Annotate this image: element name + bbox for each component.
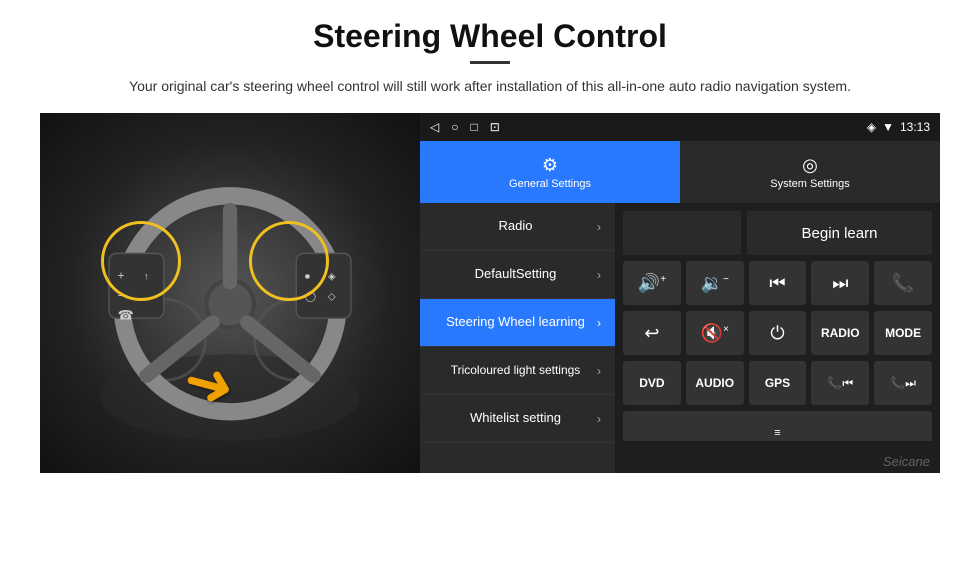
back-icon: ◁ — [430, 120, 439, 134]
chevron-icon-default: › — [597, 268, 601, 282]
volume-down-icon: 🔉− — [701, 273, 729, 294]
menu-item-whitelist[interactable]: Whitelist setting › — [420, 395, 615, 443]
highlight-circle-right — [249, 221, 329, 301]
volume-up-button[interactable]: 🔊+ — [623, 261, 681, 305]
car-background: + ↑ − ☎ ⏺ ◈ ◯ ◇ ➜ — [40, 113, 420, 473]
volume-up-icon: 🔊+ — [638, 273, 666, 294]
begin-learn-button[interactable]: Begin learn — [747, 211, 932, 255]
phone-answer-button[interactable]: 📞 — [874, 261, 932, 305]
menu-default-label: DefaultSetting — [434, 266, 597, 283]
left-menu: Radio › DefaultSetting › Steering Wheel … — [420, 203, 615, 473]
tel-prev-button[interactable]: 📞⏮ — [811, 361, 869, 405]
tel-next-icon: 📞⏭ — [890, 376, 916, 391]
car-image-area: + ↑ − ☎ ⏺ ◈ ◯ ◇ ➜ — [40, 113, 420, 473]
prev-track-icon: ⏮ — [769, 273, 785, 294]
title-divider — [470, 61, 510, 64]
watermark: Seicane — [883, 454, 930, 469]
menu-item-radio[interactable]: Radio › — [420, 203, 615, 251]
button-row-2: ↩ 🔇× ⏻ RADIO MODE — [623, 311, 932, 355]
button-row-1: 🔊+ 🔉− ⏮ ⏭ 📞 — [623, 261, 932, 305]
volume-down-button[interactable]: 🔉− — [686, 261, 744, 305]
chevron-icon-whitelist: › — [597, 412, 601, 426]
page-subtitle: Your original car's steering wheel contr… — [129, 76, 851, 97]
radio-mode-button[interactable]: RADIO — [811, 311, 869, 355]
menu-item-steering[interactable]: Steering Wheel learning › — [420, 299, 615, 347]
tab-general[interactable]: ⚙ General Settings — [420, 141, 680, 203]
general-settings-icon: ⚙ — [542, 155, 558, 176]
partial-icon-button[interactable]: ≡ — [623, 411, 932, 441]
chevron-icon-steering: › — [597, 316, 601, 330]
clock: 13:13 — [900, 120, 930, 134]
status-bar-left: ◁ ○ □ ⊡ — [430, 120, 500, 134]
chevron-icon-tricoloured: › — [597, 364, 601, 378]
next-track-button[interactable]: ⏭ — [811, 261, 869, 305]
hangup-button[interactable]: ↩ — [623, 311, 681, 355]
menu-tricoloured-label: Tricoloured light settings — [434, 363, 597, 379]
hangup-icon: ↩ — [644, 323, 659, 344]
system-settings-icon: ◎ — [802, 155, 818, 176]
dvd-button[interactable]: DVD — [623, 361, 681, 405]
main-content: Radio › DefaultSetting › Steering Wheel … — [420, 203, 940, 473]
signal-icon: ▼ — [882, 120, 894, 134]
chevron-icon-radio: › — [597, 220, 601, 234]
home-icon: ○ — [451, 120, 458, 134]
page-title: Steering Wheel Control — [313, 18, 667, 55]
svg-text:☎: ☎ — [118, 308, 134, 323]
content-area: + ↑ − ☎ ⏺ ◈ ◯ ◇ ➜ — [40, 113, 940, 473]
partial-icon: ≡ — [774, 427, 780, 439]
menu-item-tricoloured[interactable]: Tricoloured light settings › — [420, 347, 615, 395]
right-panel: Begin learn 🔊+ 🔉− ⏮ — [615, 203, 940, 473]
next-track-icon: ⏭ — [832, 273, 848, 294]
gps-status-icon: ◈ — [867, 120, 876, 134]
power-button[interactable]: ⏻ — [749, 311, 807, 355]
system-settings-label: System Settings — [770, 178, 849, 190]
tel-next-button[interactable]: 📞⏭ — [874, 361, 932, 405]
tel-prev-icon: 📞⏮ — [827, 376, 853, 391]
audio-button[interactable]: AUDIO — [686, 361, 744, 405]
status-bar-right: ◈ ▼ 13:13 — [867, 120, 930, 134]
mute-button[interactable]: 🔇× — [686, 311, 744, 355]
highlight-circle-left — [101, 221, 181, 301]
svg-text:◈: ◈ — [328, 271, 336, 282]
power-icon: ⏻ — [770, 323, 784, 344]
mute-icon: 🔇× — [701, 323, 729, 344]
partial-row: ≡ — [623, 411, 932, 441]
general-settings-label: General Settings — [509, 178, 591, 190]
android-ui: ◁ ○ □ ⊡ ◈ ▼ 13:13 ⚙ General Settings — [420, 113, 940, 473]
status-bar: ◁ ○ □ ⊡ ◈ ▼ 13:13 — [420, 113, 940, 141]
begin-learn-row: Begin learn — [623, 211, 932, 255]
svg-text:◇: ◇ — [328, 291, 336, 302]
steering-wheel-svg: + ↑ − ☎ ⏺ ◈ ◯ ◇ — [78, 167, 382, 455]
recents-icon: □ — [470, 120, 477, 134]
menu-icon: ⊡ — [490, 120, 500, 134]
menu-whitelist-label: Whitelist setting — [434, 410, 597, 427]
menu-radio-label: Radio — [434, 218, 597, 235]
mode-button[interactable]: MODE — [874, 311, 932, 355]
page-wrapper: Steering Wheel Control Your original car… — [0, 0, 980, 562]
phone-icon: 📞 — [892, 273, 914, 294]
gps-button[interactable]: GPS — [749, 361, 807, 405]
button-row-3: DVD AUDIO GPS 📞⏮ 📞⏭ — [623, 361, 932, 405]
prev-track-button[interactable]: ⏮ — [749, 261, 807, 305]
tab-system[interactable]: ◎ System Settings — [680, 141, 940, 203]
menu-item-default[interactable]: DefaultSetting › — [420, 251, 615, 299]
spacer — [623, 211, 741, 255]
nav-tabs: ⚙ General Settings ◎ System Settings — [420, 141, 940, 203]
menu-steering-label: Steering Wheel learning — [434, 314, 597, 331]
